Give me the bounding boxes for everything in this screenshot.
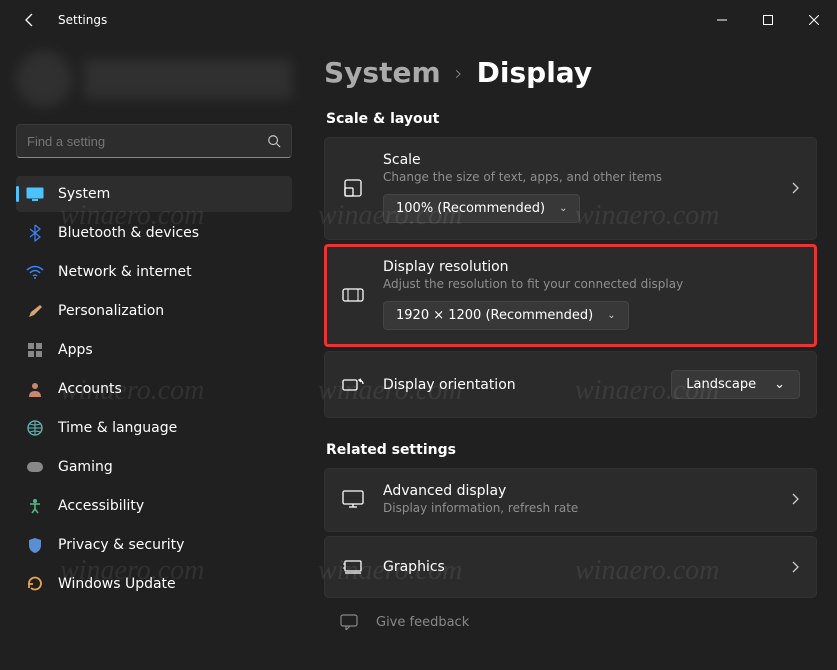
sidebar-item-accessibility[interactable]: Accessibility (16, 488, 292, 524)
scale-dropdown[interactable]: 100% (Recommended) ⌄ (383, 194, 580, 223)
breadcrumb-current: Display (477, 56, 592, 89)
search-field[interactable] (27, 134, 267, 149)
brush-icon (26, 302, 44, 320)
monitor-icon (341, 487, 365, 511)
scale-icon (341, 176, 365, 200)
feedback-icon (340, 614, 358, 630)
display-icon (26, 185, 44, 203)
sidebar-item-time[interactable]: Time & language (16, 410, 292, 446)
search-input[interactable] (16, 124, 292, 158)
search-icon (267, 134, 281, 148)
resolution-title: Display resolution (383, 259, 800, 275)
sidebar-item-update[interactable]: Windows Update (16, 566, 292, 602)
shield-icon (26, 536, 44, 554)
chevron-right-icon (790, 181, 800, 195)
orientation-icon (341, 373, 365, 397)
sidebar-item-label: Time & language (58, 420, 177, 436)
graphics-title: Graphics (383, 559, 778, 575)
chevron-right-icon: › (455, 61, 463, 85)
sidebar-item-label: Accounts (58, 381, 122, 397)
wifi-icon (26, 263, 44, 281)
chevron-right-icon (790, 492, 800, 506)
sidebar-item-gaming[interactable]: Gaming (16, 449, 292, 485)
minimize-button[interactable] (699, 0, 745, 40)
close-button[interactable] (791, 0, 837, 40)
orientation-value: Landscape (686, 377, 756, 392)
game-icon (26, 458, 44, 476)
scale-value: 100% (Recommended) (396, 201, 545, 216)
section-scale-layout-heading: Scale & layout (326, 111, 817, 127)
bluetooth-icon (26, 224, 44, 242)
maximize-button[interactable] (745, 0, 791, 40)
sidebar-item-label: System (58, 186, 110, 202)
chevron-down-icon: ⌄ (607, 310, 615, 321)
resolution-card[interactable]: Display resolution Adjust the resolution… (324, 244, 817, 347)
graphics-card[interactable]: Graphics (324, 536, 817, 598)
sidebar: System Bluetooth & devices Network & int… (0, 40, 308, 670)
window-title: Settings (58, 13, 107, 27)
sidebar-item-bluetooth[interactable]: Bluetooth & devices (16, 215, 292, 251)
advanced-title: Advanced display (383, 483, 778, 499)
feedback-link[interactable]: Give feedback (324, 602, 817, 630)
resolution-dropdown[interactable]: 1920 × 1200 (Recommended) ⌄ (383, 301, 629, 330)
sidebar-item-label: Apps (58, 342, 93, 358)
advanced-display-card[interactable]: Advanced display Display information, re… (324, 468, 817, 532)
sidebar-item-label: Network & internet (58, 264, 192, 280)
sidebar-item-system[interactable]: System (16, 176, 292, 212)
resolution-value: 1920 × 1200 (Recommended) (396, 308, 593, 323)
sidebar-item-label: Windows Update (58, 576, 176, 592)
sidebar-item-label: Bluetooth & devices (58, 225, 199, 241)
scale-desc: Change the size of text, apps, and other… (383, 170, 778, 184)
breadcrumb: System › Display (324, 56, 817, 89)
sidebar-item-label: Privacy & security (58, 537, 184, 553)
resolution-desc: Adjust the resolution to fit your connec… (383, 277, 800, 291)
orientation-dropdown[interactable]: Landscape ⌄ (671, 370, 800, 399)
titlebar: Settings (0, 0, 837, 40)
sidebar-item-accounts[interactable]: Accounts (16, 371, 292, 407)
sidebar-item-label: Personalization (58, 303, 164, 319)
profile-block (16, 44, 292, 114)
sidebar-item-personalization[interactable]: Personalization (16, 293, 292, 329)
chevron-right-icon (790, 560, 800, 574)
sidebar-item-apps[interactable]: Apps (16, 332, 292, 368)
nav: System Bluetooth & devices Network & int… (16, 176, 292, 602)
advanced-desc: Display information, refresh rate (383, 501, 778, 515)
update-icon (26, 575, 44, 593)
back-button[interactable] (18, 8, 42, 32)
sidebar-item-privacy[interactable]: Privacy & security (16, 527, 292, 563)
resolution-icon (341, 283, 365, 307)
sidebar-item-label: Gaming (58, 459, 113, 475)
globe-icon (26, 419, 44, 437)
sidebar-item-label: Accessibility (58, 498, 144, 514)
avatar (16, 51, 72, 107)
accessibility-icon (26, 497, 44, 515)
graphics-icon (341, 555, 365, 579)
scale-title: Scale (383, 152, 778, 168)
breadcrumb-parent[interactable]: System (324, 56, 441, 89)
sidebar-item-network[interactable]: Network & internet (16, 254, 292, 290)
chevron-down-icon: ⌄ (774, 377, 785, 392)
feedback-label: Give feedback (376, 615, 469, 630)
orientation-card[interactable]: Display orientation Landscape ⌄ (324, 351, 817, 418)
person-icon (26, 380, 44, 398)
content: System › Display Scale & layout Scale Ch… (308, 40, 837, 670)
section-related-heading: Related settings (326, 442, 817, 458)
scale-card[interactable]: Scale Change the size of text, apps, and… (324, 137, 817, 240)
chevron-down-icon: ⌄ (559, 203, 567, 214)
orientation-title: Display orientation (383, 377, 671, 393)
window-controls (699, 0, 837, 40)
profile-text (84, 59, 292, 99)
apps-icon (26, 341, 44, 359)
